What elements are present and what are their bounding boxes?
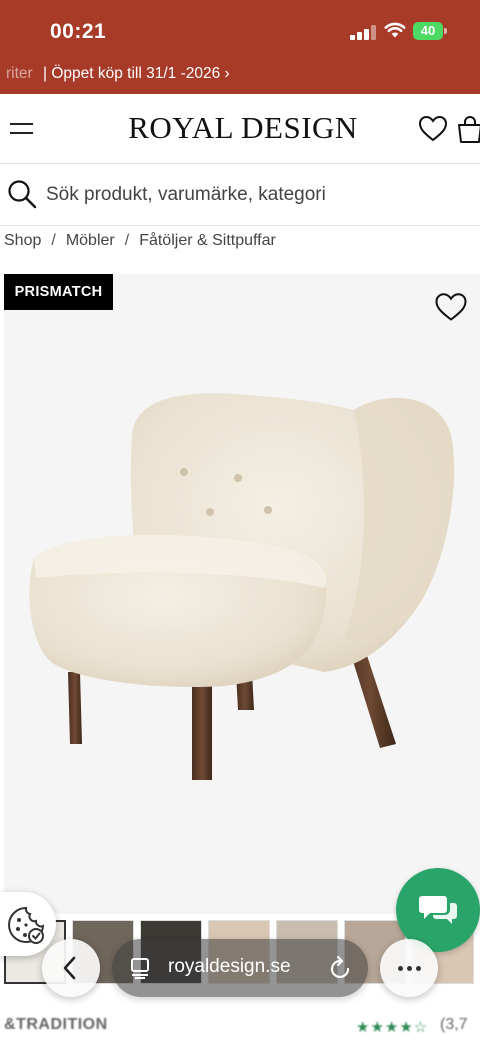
rating-count: (3,7 [440, 1016, 468, 1033]
product-image-gallery[interactable]: PRISMATCH [4, 274, 480, 914]
search-bar [0, 164, 480, 226]
bag-icon[interactable] [456, 114, 480, 144]
promo-faded-text: riter [6, 65, 33, 82]
favorite-heart-icon[interactable] [434, 292, 468, 322]
promo-banner[interactable]: riter | Öppet köp till 31/1 -2026 › [0, 62, 480, 86]
more-dot [416, 966, 421, 971]
battery-level: 40 [413, 22, 443, 40]
product-info-row: &TRADITION ★★★★☆ (3,7 [0, 1010, 480, 1039]
breadcrumb-shop[interactable]: Shop [4, 232, 41, 249]
more-options-button[interactable] [380, 939, 438, 997]
search-input[interactable] [46, 179, 466, 211]
breadcrumb-fatoljer[interactable]: Fåtöljer & Sittpuffar [139, 232, 276, 249]
back-button[interactable] [42, 939, 100, 997]
search-icon[interactable] [7, 179, 37, 209]
status-bar: 00:21 40 [0, 0, 480, 62]
status-time: 00:21 [50, 20, 107, 43]
reload-icon[interactable] [328, 955, 352, 981]
chat-icon [419, 896, 457, 924]
chevron-left-icon [63, 956, 76, 980]
more-dot [398, 966, 403, 971]
breadcrumb: Shop / Möbler / Fåtöljer & Sittpuffar [4, 232, 276, 250]
site-header: ROYAL DESIGN [0, 94, 480, 164]
product-brand[interactable]: &TRADITION [4, 1016, 108, 1034]
site-logo[interactable]: ROYAL DESIGN [0, 110, 480, 146]
page-menu-icon[interactable] [130, 957, 152, 979]
promo-text[interactable]: | Öppet köp till 31/1 -2026 › [43, 65, 230, 83]
breadcrumb-separator: / [51, 232, 56, 249]
url-text: royaldesign.se [168, 956, 291, 977]
browser-toolbar: royaldesign.se [0, 930, 480, 1010]
prismatch-badge: PRISMATCH [4, 274, 113, 310]
rating-stars: ★★★★☆ [356, 1019, 429, 1036]
more-dot [407, 966, 412, 971]
breadcrumb-mobler[interactable]: Möbler [66, 232, 115, 249]
heart-icon[interactable] [418, 115, 448, 142]
address-bar[interactable]: royaldesign.se [112, 939, 368, 997]
breadcrumb-separator: / [124, 232, 130, 249]
signal-icon [350, 24, 376, 40]
wifi-icon [384, 22, 406, 38]
battery-icon: 40 [413, 22, 447, 40]
product-image-armchair [29, 393, 455, 780]
